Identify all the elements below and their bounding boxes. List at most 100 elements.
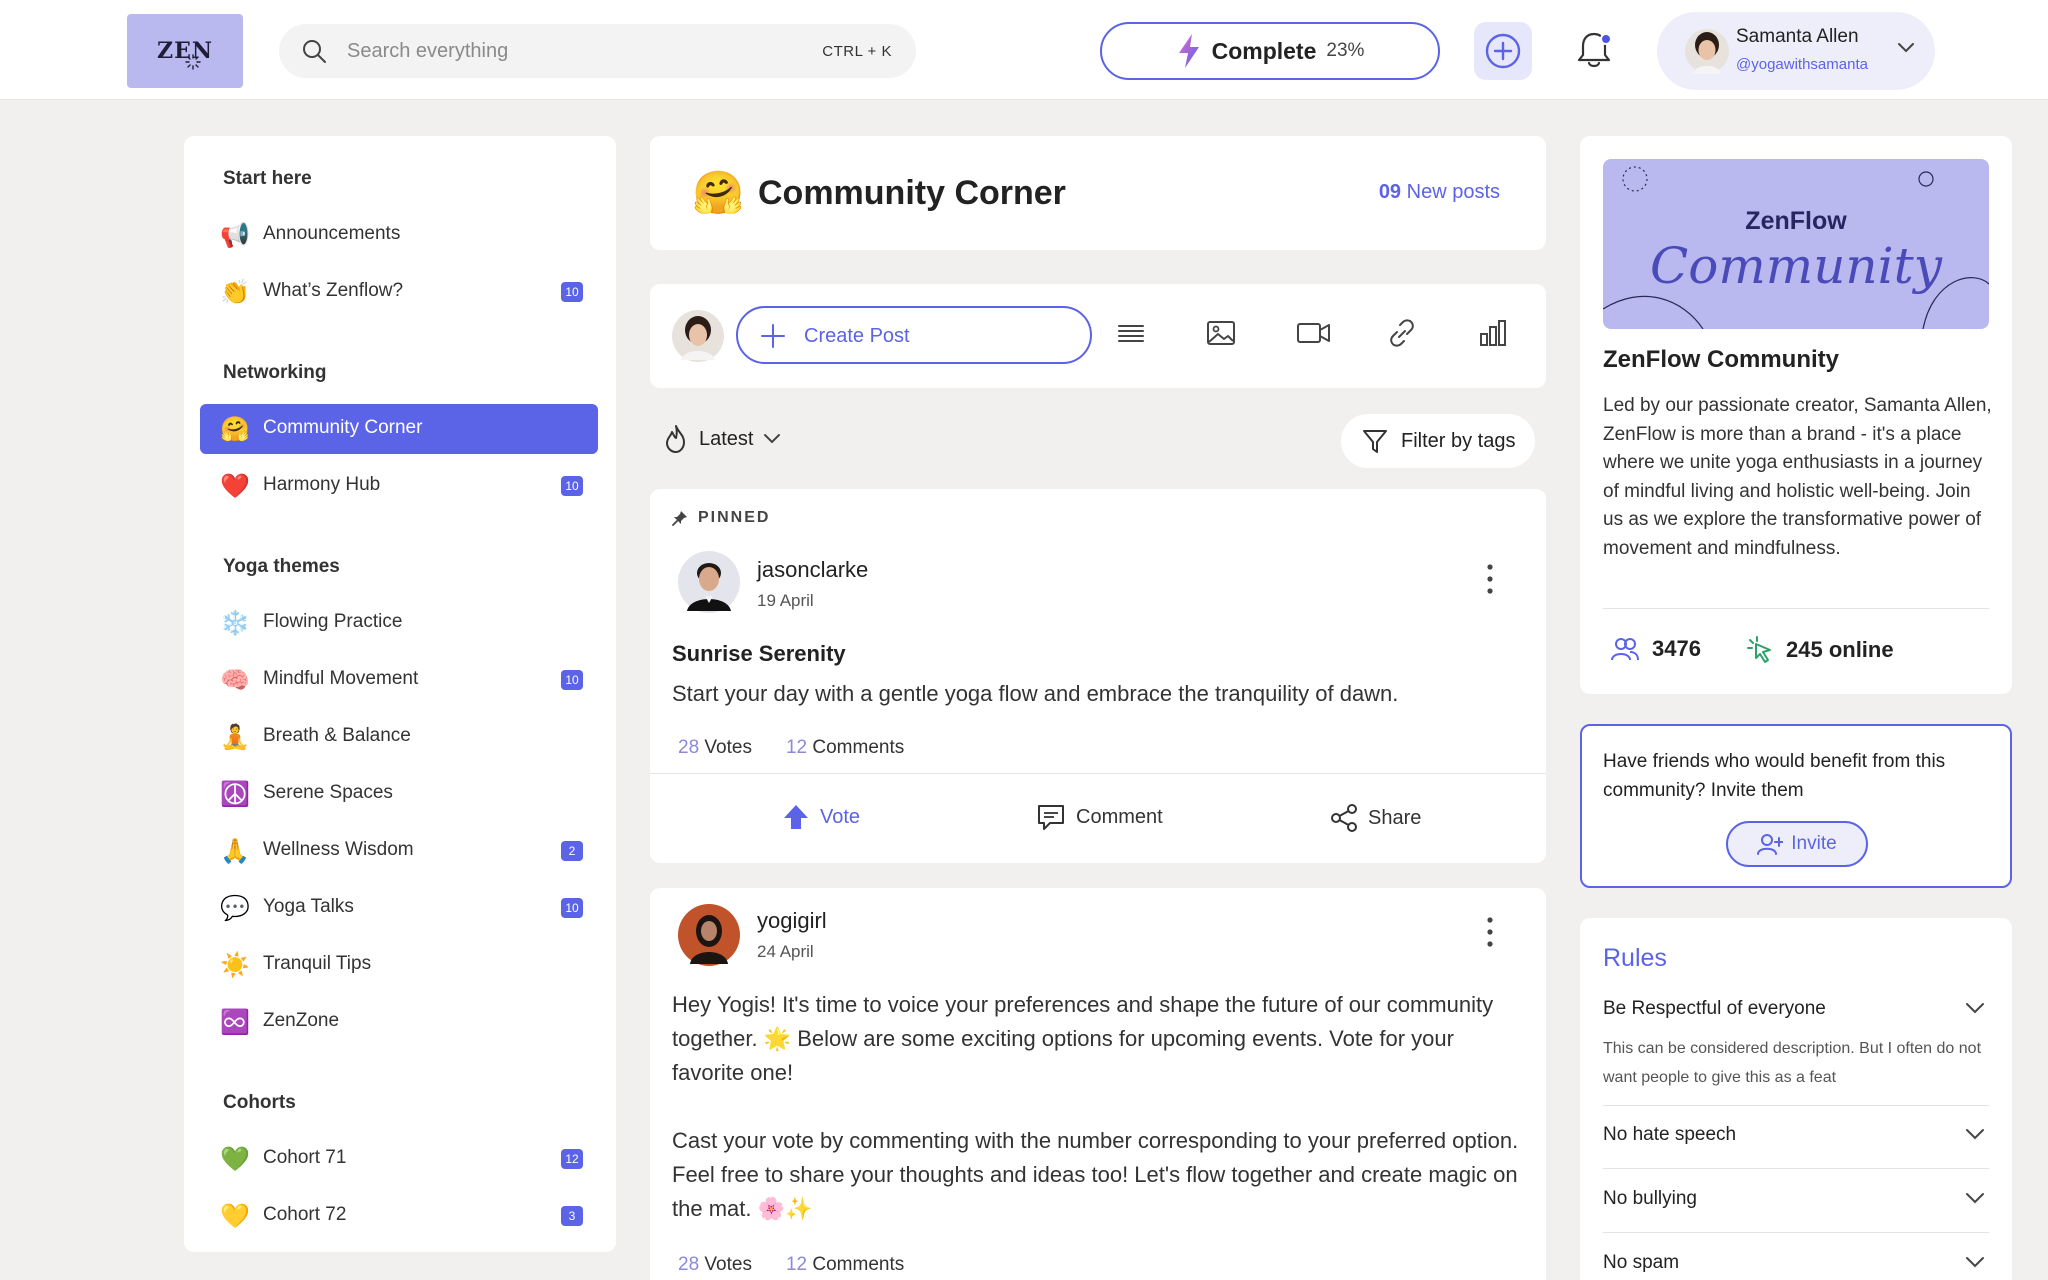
count-badge: 10	[561, 282, 583, 302]
rule-item[interactable]: No spam	[1603, 1252, 1989, 1274]
comments-count: 12	[785, 1254, 808, 1275]
comments-label: Comments	[812, 1254, 905, 1275]
post-author[interactable]: jasonclarke	[757, 557, 868, 583]
more-options-icon[interactable]	[1486, 563, 1494, 595]
post-stats: 28 Votes 12 Comments	[678, 1254, 904, 1276]
sidebar-item-community-corner[interactable]: 🤗 Community Corner	[200, 404, 598, 454]
pinned-indicator: PINNED	[672, 509, 770, 527]
invite-text: Have friends who would benefit from this…	[1603, 751, 1946, 801]
post-card: PINNED jasonclarke 19 April Sunrise Sere…	[650, 489, 1546, 863]
votes-count: 28	[678, 737, 700, 758]
invite-label: Invite	[1791, 833, 1837, 854]
rule-item[interactable]: No bullying	[1603, 1188, 1989, 1210]
search-input[interactable]: Search everything	[347, 40, 508, 63]
chevron-down-icon	[1966, 1193, 1984, 1204]
sidebar-item-whats-zenflow[interactable]: 👏 What’s Zenflow? 10	[200, 267, 598, 317]
community-description: Led by our passionate creator, Samanta A…	[1603, 395, 1992, 559]
comments-stat[interactable]: 12 Comments	[786, 1254, 904, 1276]
meditation-icon: 🧘	[220, 724, 250, 751]
count-badge: 2	[561, 841, 583, 861]
community-about-card: ZenFlow Community ZenFlow Community Led …	[1580, 136, 2012, 694]
poll-icon[interactable]	[1478, 318, 1508, 348]
sidebar-item-tranquil-tips[interactable]: ☀️ Tranquil Tips	[200, 940, 598, 990]
votes-stat[interactable]: 28 Votes	[678, 737, 752, 759]
user-handle: @yogawithsamanta	[1736, 56, 1868, 73]
create-post-button[interactable]: Create Post	[736, 306, 1092, 364]
invite-button[interactable]: Invite	[1726, 821, 1868, 867]
rule-description: This can be considered description. But …	[1603, 1040, 1982, 1086]
speech-bubble-icon: 💬	[220, 895, 250, 922]
post-body: Start your day with a gentle yoga flow a…	[672, 681, 1399, 706]
plus-icon	[761, 324, 785, 348]
divider	[1603, 1105, 1989, 1106]
flame-icon	[666, 425, 685, 453]
search-bar[interactable]: Search everything CTRL + K	[279, 24, 916, 78]
sidebar-item-label: Tranquil Tips	[263, 953, 372, 974]
votes-stat[interactable]: 28 Votes	[678, 1254, 752, 1276]
search-shortcut: CTRL + K	[822, 43, 892, 60]
sort-dropdown[interactable]: Latest	[663, 424, 781, 454]
sidebar-item-label: Cohort 72	[263, 1204, 347, 1225]
rule-label: No bullying	[1603, 1188, 1697, 1209]
sidebar-item-cohort-71[interactable]: 💚 Cohort 71 12	[200, 1134, 598, 1184]
chevron-down-icon	[1898, 43, 1914, 53]
sidebar-item-cohort-72[interactable]: 💛 Cohort 72 3	[200, 1191, 598, 1241]
votes-label: Votes	[704, 1254, 752, 1275]
user-menu[interactable]: Samanta Allen @yogawithsamanta	[1657, 12, 1935, 90]
sidebar-item-yoga-talks[interactable]: 💬 Yoga Talks 10	[200, 883, 598, 933]
profile-complete-button[interactable]: Complete 23%	[1100, 22, 1440, 80]
comment-button[interactable]: Comment	[1036, 803, 1163, 831]
sidebar-item-breath-balance[interactable]: 🧘 Breath & Balance	[200, 712, 598, 762]
votes-label: Votes	[704, 737, 752, 758]
post-date: 24 April	[757, 942, 814, 961]
divider	[1603, 1168, 1989, 1169]
rule-item[interactable]: No hate speech	[1603, 1124, 1989, 1146]
sidebar-item-harmony-hub[interactable]: ❤️ Harmony Hub 10	[200, 461, 598, 511]
sidebar-item-announcements[interactable]: 📢 Announcements	[200, 210, 598, 260]
zenflow-logo[interactable]: ZEN	[127, 14, 243, 88]
sidebar-item-label: ZenZone	[263, 1010, 340, 1031]
avatar[interactable]	[678, 904, 740, 966]
online-stat[interactable]: 245 online	[1746, 636, 1894, 664]
post-body: Hey Yogis! It's time to voice your prefe…	[672, 992, 1494, 1085]
comments-label: Comments	[812, 737, 905, 758]
share-button[interactable]: Share	[1330, 803, 1421, 833]
lightning-icon	[1178, 34, 1199, 68]
sidebar-item-serene-spaces[interactable]: ☮️ Serene Spaces	[200, 769, 598, 819]
text-icon[interactable]	[1116, 318, 1146, 348]
plus-circle-icon	[1485, 33, 1521, 69]
rule-item[interactable]: Be Respectful of everyone This can be co…	[1603, 998, 1989, 1092]
post-author[interactable]: yogigirl	[757, 908, 827, 934]
megaphone-icon: 📢	[220, 222, 250, 249]
vote-label: Vote	[820, 805, 861, 828]
members-stat[interactable]: 3476	[1610, 636, 1701, 662]
sidebar-item-flowing-practice[interactable]: ❄️ Flowing Practice	[200, 598, 598, 648]
filter-by-tags-button[interactable]: Filter by tags	[1341, 414, 1535, 468]
sidebar-item-label: Mindful Movement	[263, 668, 419, 689]
section-title-yoga-themes: Yoga themes	[223, 556, 340, 577]
video-icon[interactable]	[1296, 318, 1332, 348]
more-options-icon[interactable]	[1486, 916, 1494, 948]
rule-label: Be Respectful of everyone	[1603, 998, 1826, 1019]
sidebar-item-zenzone[interactable]: ♾️ ZenZone	[200, 997, 598, 1047]
chevron-down-icon	[764, 434, 781, 444]
image-icon[interactable]	[1206, 318, 1236, 348]
vote-button[interactable]: Vote	[782, 803, 860, 831]
comments-count: 12	[785, 737, 808, 758]
avatar[interactable]	[678, 551, 740, 613]
sidebar-item-label: Flowing Practice	[263, 611, 403, 632]
sidebar-item-label: Serene Spaces	[263, 782, 393, 803]
post-card: yogigirl 24 April Hey Yogis! It's time t…	[650, 888, 1546, 1280]
comments-stat[interactable]: 12 Comments	[786, 737, 904, 759]
link-icon[interactable]	[1386, 318, 1418, 348]
filter-icon	[1363, 430, 1387, 453]
divider	[1603, 1232, 1989, 1233]
sidebar-item-wellness-wisdom[interactable]: 🙏 Wellness Wisdom 2	[200, 826, 598, 876]
heart-icon: ❤️	[220, 473, 250, 500]
add-button[interactable]	[1474, 22, 1532, 80]
new-posts-label: New posts	[1406, 181, 1500, 203]
new-posts-link[interactable]: 09 New posts	[1379, 181, 1500, 204]
add-user-icon	[1757, 834, 1784, 855]
sidebar-item-mindful-movement[interactable]: 🧠 Mindful Movement 10	[200, 655, 598, 705]
sun-icon: ☀️	[220, 952, 250, 979]
